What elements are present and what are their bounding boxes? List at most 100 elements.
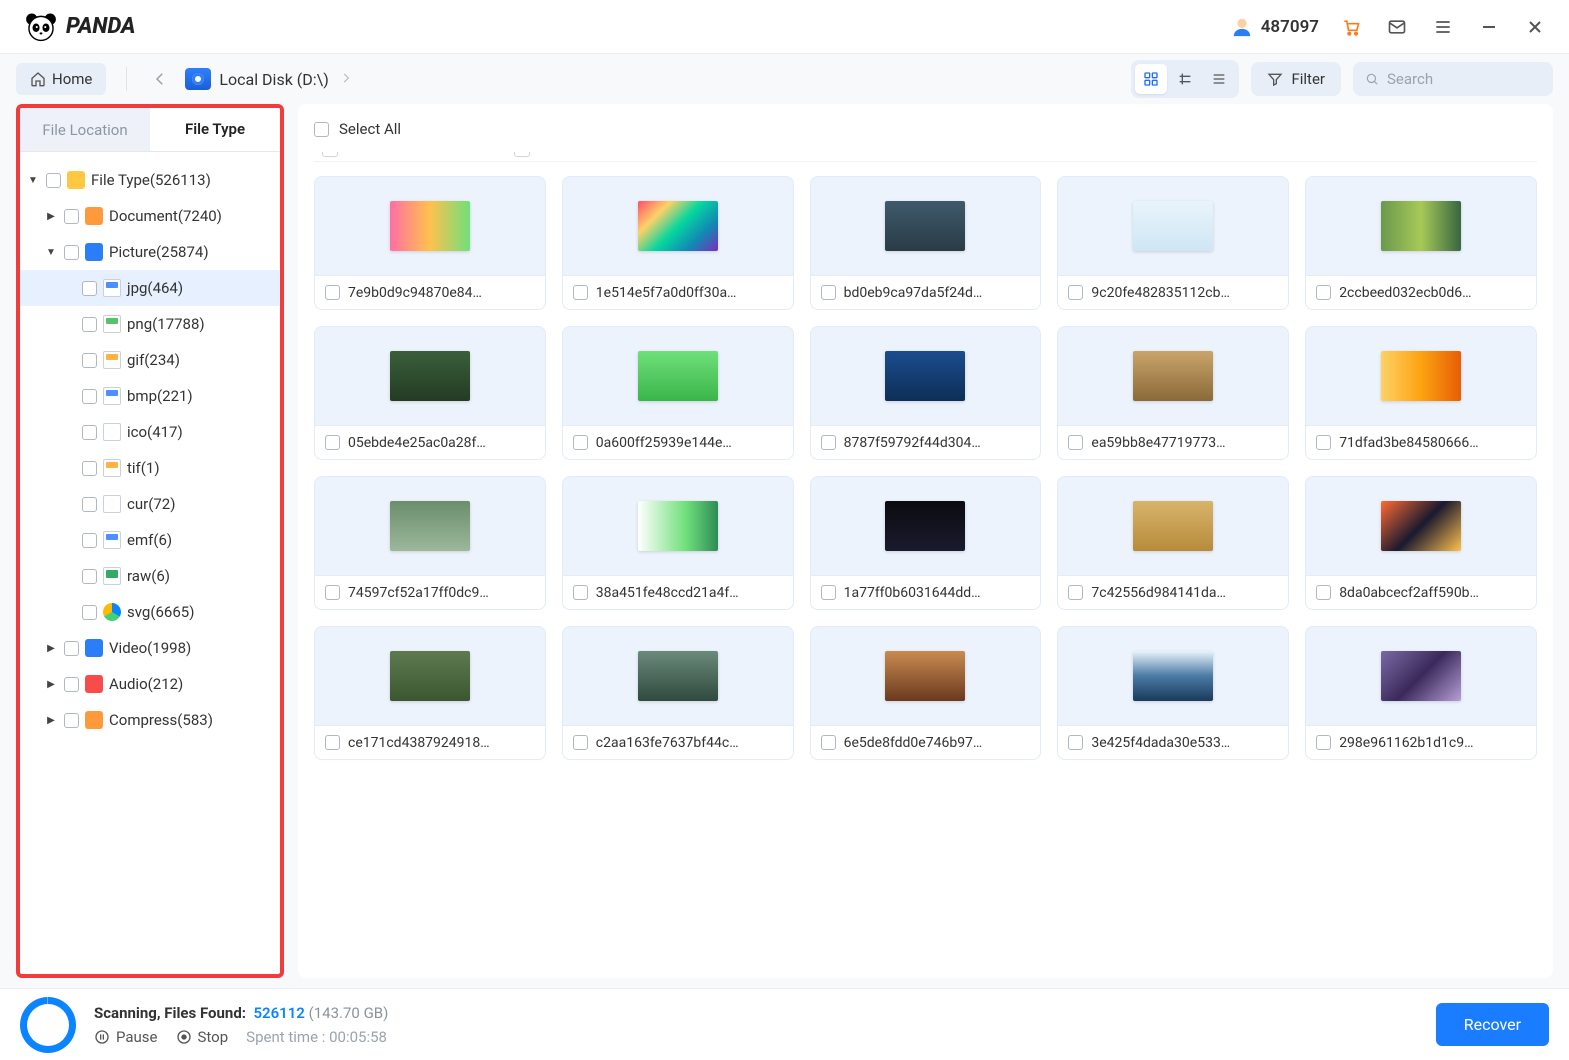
- tree-ext-cur[interactable]: cur(72): [20, 486, 280, 522]
- tree-checkbox[interactable]: [64, 677, 79, 692]
- file-card[interactable]: 71dfad3be84580666…: [1305, 326, 1537, 460]
- tree-ext-svg[interactable]: svg(6665): [20, 594, 280, 630]
- file-checkbox[interactable]: [1068, 585, 1083, 600]
- pause-button[interactable]: Pause: [94, 1028, 158, 1046]
- tree-checkbox[interactable]: [82, 281, 97, 296]
- file-card[interactable]: 8787f59792f44d304…: [810, 326, 1042, 460]
- tree-checkbox[interactable]: [64, 713, 79, 728]
- file-card[interactable]: 1a77ff0b6031644dd…: [810, 476, 1042, 610]
- file-card[interactable]: 8da0abcecf2aff590b…: [1305, 476, 1537, 610]
- file-card[interactable]: 6e5de8fdd0e746b97…: [810, 626, 1042, 760]
- file-card[interactable]: 7e9b0d9c94870e84…: [314, 176, 546, 310]
- file-checkbox[interactable]: [1316, 735, 1331, 750]
- tree-ext-emf[interactable]: emf(6): [20, 522, 280, 558]
- file-checkbox[interactable]: [573, 585, 588, 600]
- tree-twisty[interactable]: ▶: [44, 679, 58, 690]
- mail-icon[interactable]: [1379, 9, 1415, 45]
- tree-checkbox[interactable]: [82, 605, 97, 620]
- cart-icon[interactable]: [1333, 9, 1369, 45]
- tree-checkbox[interactable]: [64, 245, 79, 260]
- tree-picture[interactable]: ▼Picture(25874): [20, 234, 280, 270]
- tab-file-location[interactable]: File Location: [20, 108, 150, 151]
- tree-twisty[interactable]: ▼: [44, 247, 58, 258]
- file-card[interactable]: 3e425f4dada30e533…: [1057, 626, 1289, 760]
- view-detail-button[interactable]: [1169, 64, 1201, 94]
- file-card[interactable]: 74597cf52a17ff0dc9…: [314, 476, 546, 610]
- tree-checkbox[interactable]: [82, 353, 97, 368]
- tree-checkbox[interactable]: [82, 497, 97, 512]
- file-card[interactable]: 1e514e5f7a0d0ff30a…: [562, 176, 794, 310]
- tree-audio[interactable]: ▶Audio(212): [20, 666, 280, 702]
- view-list-button[interactable]: [1203, 64, 1235, 94]
- tree-checkbox[interactable]: [82, 461, 97, 476]
- file-card[interactable]: c2aa163fe7637bf44c…: [562, 626, 794, 760]
- tree-twisty[interactable]: ▶: [44, 715, 58, 726]
- file-card[interactable]: bd0eb9ca97da5f24d…: [810, 176, 1042, 310]
- file-checkbox[interactable]: [1316, 285, 1331, 300]
- tab-file-type[interactable]: File Type: [150, 108, 280, 151]
- tree-ext-tif[interactable]: tif(1): [20, 450, 280, 486]
- file-checkbox[interactable]: [573, 735, 588, 750]
- tree-checkbox[interactable]: [64, 209, 79, 224]
- file-checkbox[interactable]: [821, 285, 836, 300]
- file-checkbox[interactable]: [1068, 735, 1083, 750]
- tree-checkbox[interactable]: [82, 569, 97, 584]
- tree-checkbox[interactable]: [82, 389, 97, 404]
- nav-back-button[interactable]: [147, 66, 173, 92]
- tree-checkbox[interactable]: [46, 173, 61, 188]
- select-all-checkbox[interactable]: [314, 122, 329, 137]
- tree-ext-ico[interactable]: ico(417): [20, 414, 280, 450]
- tree-checkbox[interactable]: [82, 425, 97, 440]
- menu-icon[interactable]: [1425, 9, 1461, 45]
- file-card[interactable]: ea59bb8e47719773…: [1057, 326, 1289, 460]
- file-card[interactable]: ce171cd4387924918…: [314, 626, 546, 760]
- filter-button[interactable]: Filter: [1251, 62, 1341, 96]
- tree-compress[interactable]: ▶Compress(583): [20, 702, 280, 738]
- file-checkbox[interactable]: [821, 585, 836, 600]
- file-checkbox[interactable]: [1316, 435, 1331, 450]
- tree-ext-bmp[interactable]: bmp(221): [20, 378, 280, 414]
- search-input[interactable]: [1387, 70, 1541, 88]
- view-grid-button[interactable]: [1135, 64, 1167, 94]
- tree-ext-gif[interactable]: gif(234): [20, 342, 280, 378]
- tree-twisty[interactable]: ▶: [44, 643, 58, 654]
- file-checkbox[interactable]: [325, 435, 340, 450]
- file-card[interactable]: 7c42556d984141da…: [1057, 476, 1289, 610]
- tree-ext-raw[interactable]: raw(6): [20, 558, 280, 594]
- minimize-icon[interactable]: [1471, 9, 1507, 45]
- file-name: 6e5de8fdd0e746b97…: [844, 735, 983, 751]
- file-checkbox[interactable]: [573, 435, 588, 450]
- tree-document[interactable]: ▶Document(7240): [20, 198, 280, 234]
- recover-button[interactable]: Recover: [1436, 1003, 1549, 1046]
- file-checkbox[interactable]: [821, 735, 836, 750]
- tree-ext-jpg[interactable]: jpg(464): [20, 270, 280, 306]
- tree-ext-png[interactable]: png(17788): [20, 306, 280, 342]
- close-icon[interactable]: [1517, 9, 1553, 45]
- file-checkbox[interactable]: [573, 285, 588, 300]
- tree-checkbox[interactable]: [64, 641, 79, 656]
- file-checkbox[interactable]: [1068, 435, 1083, 450]
- tree-twisty[interactable]: ▼: [26, 175, 40, 186]
- file-checkbox[interactable]: [325, 285, 340, 300]
- file-card[interactable]: 38a451fe48ccd21a4f…: [562, 476, 794, 610]
- stop-button[interactable]: Stop: [176, 1028, 229, 1046]
- file-card[interactable]: 2ccbeed032ecb0d6…: [1305, 176, 1537, 310]
- user-account[interactable]: 487097: [1231, 16, 1319, 38]
- file-card[interactable]: 05ebde4e25ac0a28f…: [314, 326, 546, 460]
- file-card[interactable]: 9c20fe482835112cb…: [1057, 176, 1289, 310]
- tree-video[interactable]: ▶Video(1998): [20, 630, 280, 666]
- tree-twisty[interactable]: ▶: [44, 211, 58, 222]
- search-box[interactable]: [1353, 62, 1553, 96]
- home-button[interactable]: Home: [16, 63, 106, 95]
- file-checkbox[interactable]: [1316, 585, 1331, 600]
- breadcrumb[interactable]: Local Disk (D:\): [185, 68, 352, 90]
- tree-root[interactable]: ▼File Type(526113): [20, 162, 280, 198]
- file-card[interactable]: 0a600ff25939e144e…: [562, 326, 794, 460]
- file-checkbox[interactable]: [325, 585, 340, 600]
- file-checkbox[interactable]: [325, 735, 340, 750]
- tree-checkbox[interactable]: [82, 533, 97, 548]
- file-checkbox[interactable]: [821, 435, 836, 450]
- file-card[interactable]: 298e961162b1d1c9…: [1305, 626, 1537, 760]
- file-checkbox[interactable]: [1068, 285, 1083, 300]
- tree-checkbox[interactable]: [82, 317, 97, 332]
